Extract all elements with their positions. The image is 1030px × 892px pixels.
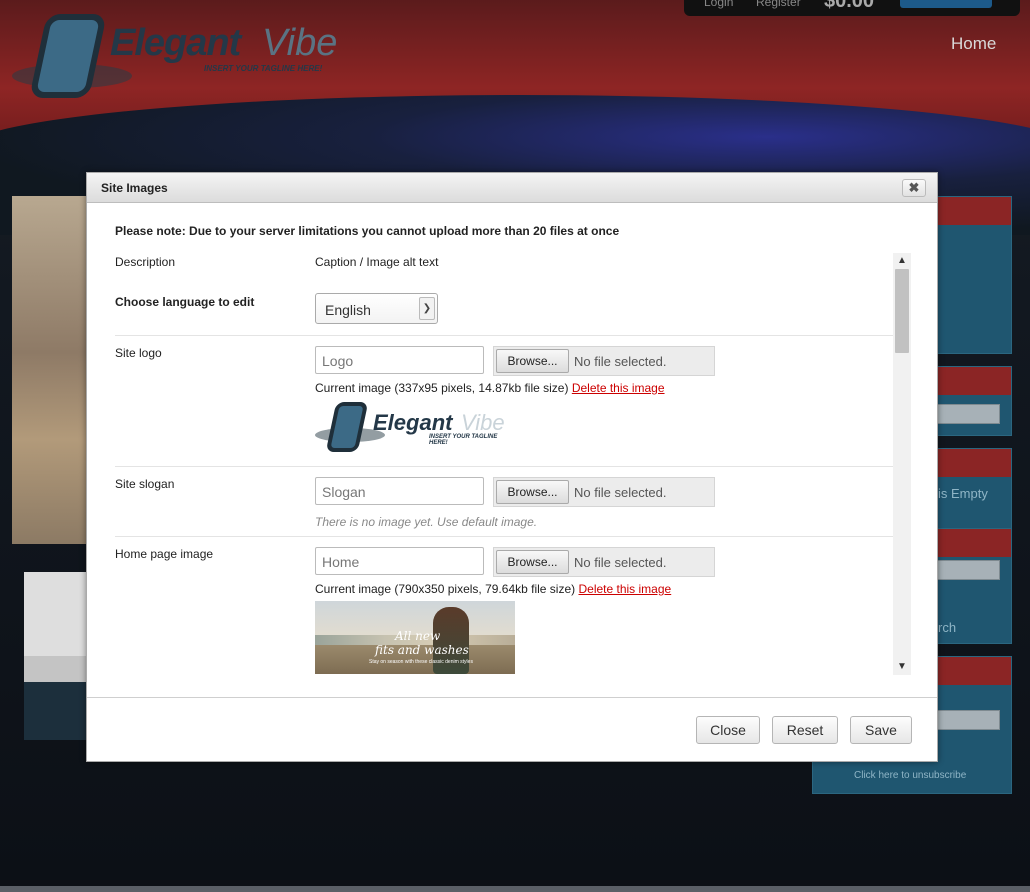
logo-current-image-info: Current image (337x95 pixels, 14.87kb fi… xyxy=(315,381,665,395)
home-image-row: Home page image Home Browse... No file s… xyxy=(115,547,893,675)
slogan-file-status: No file selected. xyxy=(574,485,667,500)
chevron-up-icon[interactable]: ▲ xyxy=(893,253,911,269)
language-select[interactable]: English ❯ xyxy=(315,293,438,324)
dialog-footer-divider xyxy=(87,697,937,698)
logo-thumbnail: Elegant Vibe INSERT YOUR TAGLINE HERE! xyxy=(315,400,511,456)
login-link[interactable]: Login xyxy=(704,0,733,9)
site-logo[interactable]: Elegant Vibe INSERT YOUR TAGLINE HERE! xyxy=(12,8,352,103)
home-image-label: Home page image xyxy=(115,547,214,561)
close-button[interactable]: Close xyxy=(696,716,760,744)
logo-browse-button[interactable]: Browse... xyxy=(496,349,569,373)
header-user-bar: Login Register $0.00 xyxy=(684,0,1020,16)
home-delete-link[interactable]: Delete this image xyxy=(578,582,671,596)
register-link[interactable]: Register xyxy=(756,0,801,9)
language-row: Choose language to edit English ❯ xyxy=(115,293,893,336)
reset-button[interactable]: Reset xyxy=(772,716,838,744)
language-label: Choose language to edit xyxy=(115,295,255,309)
close-icon[interactable]: ✖ xyxy=(902,179,926,197)
save-button[interactable]: Save xyxy=(850,716,912,744)
site-logo-row: Site logo Logo Browse... No file selecte… xyxy=(115,346,893,467)
slogan-file-input[interactable]: Browse... No file selected. xyxy=(493,477,715,507)
description-header: Description xyxy=(115,255,176,269)
home-current-image-info: Current image (790x350 pixels, 79.64kb f… xyxy=(315,582,672,596)
site-slogan-label: Site slogan xyxy=(115,477,175,491)
home-image-thumbnail: All new fits and washes Stay on season w… xyxy=(315,601,515,674)
nav-home-link[interactable]: Home xyxy=(951,34,996,54)
cart-amount: $0.00 xyxy=(824,0,875,12)
form-scrollbar[interactable]: ▲ ▼ xyxy=(893,253,911,675)
site-slogan-row: Site slogan Slogan Browse... No file sel… xyxy=(115,477,893,537)
logo-file-input[interactable]: Browse... No file selected. xyxy=(493,346,715,376)
logo-word-2: Vibe xyxy=(262,22,338,64)
chevron-down-icon[interactable]: ▼ xyxy=(893,659,911,675)
dialog-titlebar: Site Images ✖ xyxy=(87,173,937,203)
logo-delete-link[interactable]: Delete this image xyxy=(572,381,665,395)
hero-image xyxy=(12,196,88,544)
logo-word-1: Elegant xyxy=(110,22,241,64)
language-selected-value: English xyxy=(325,302,371,318)
caption-header: Caption / Image alt text xyxy=(315,255,439,269)
site-logo-label: Site logo xyxy=(115,346,162,360)
unsubscribe-link[interactable]: Click here to unsubscribe xyxy=(854,770,966,781)
home-file-status: No file selected. xyxy=(574,555,667,570)
upload-limit-notice: Please note: Due to your server limitati… xyxy=(115,224,620,238)
sidebar-search-label[interactable]: rch xyxy=(938,620,956,635)
slogan-no-image-text: There is no image yet. Use default image… xyxy=(315,515,538,529)
site-images-dialog: Site Images ✖ Please note: Due to your s… xyxy=(86,172,938,762)
form-header-row: Description Caption / Image alt text xyxy=(115,255,893,275)
home-browse-button[interactable]: Browse... xyxy=(496,550,569,574)
home-caption-input[interactable]: Home xyxy=(315,547,484,575)
logo-tagline: INSERT YOUR TAGLINE HERE! xyxy=(204,64,323,73)
content-box xyxy=(24,572,86,740)
chevron-down-icon: ❯ xyxy=(419,297,435,320)
slogan-caption-input[interactable]: Slogan xyxy=(315,477,484,505)
cart-button[interactable] xyxy=(900,0,992,8)
logo-caption-input[interactable]: Logo xyxy=(315,346,484,374)
footer-strip xyxy=(0,886,1030,892)
scrollbar-thumb[interactable] xyxy=(895,269,909,353)
dialog-title: Site Images xyxy=(101,181,168,195)
logo-file-status: No file selected. xyxy=(574,354,667,369)
home-file-input[interactable]: Browse... No file selected. xyxy=(493,547,715,577)
logo-mark-icon xyxy=(325,402,369,452)
slogan-browse-button[interactable]: Browse... xyxy=(496,480,569,504)
images-form: Description Caption / Image alt text Cho… xyxy=(115,253,911,675)
cart-empty-text: is Empty xyxy=(938,486,988,501)
